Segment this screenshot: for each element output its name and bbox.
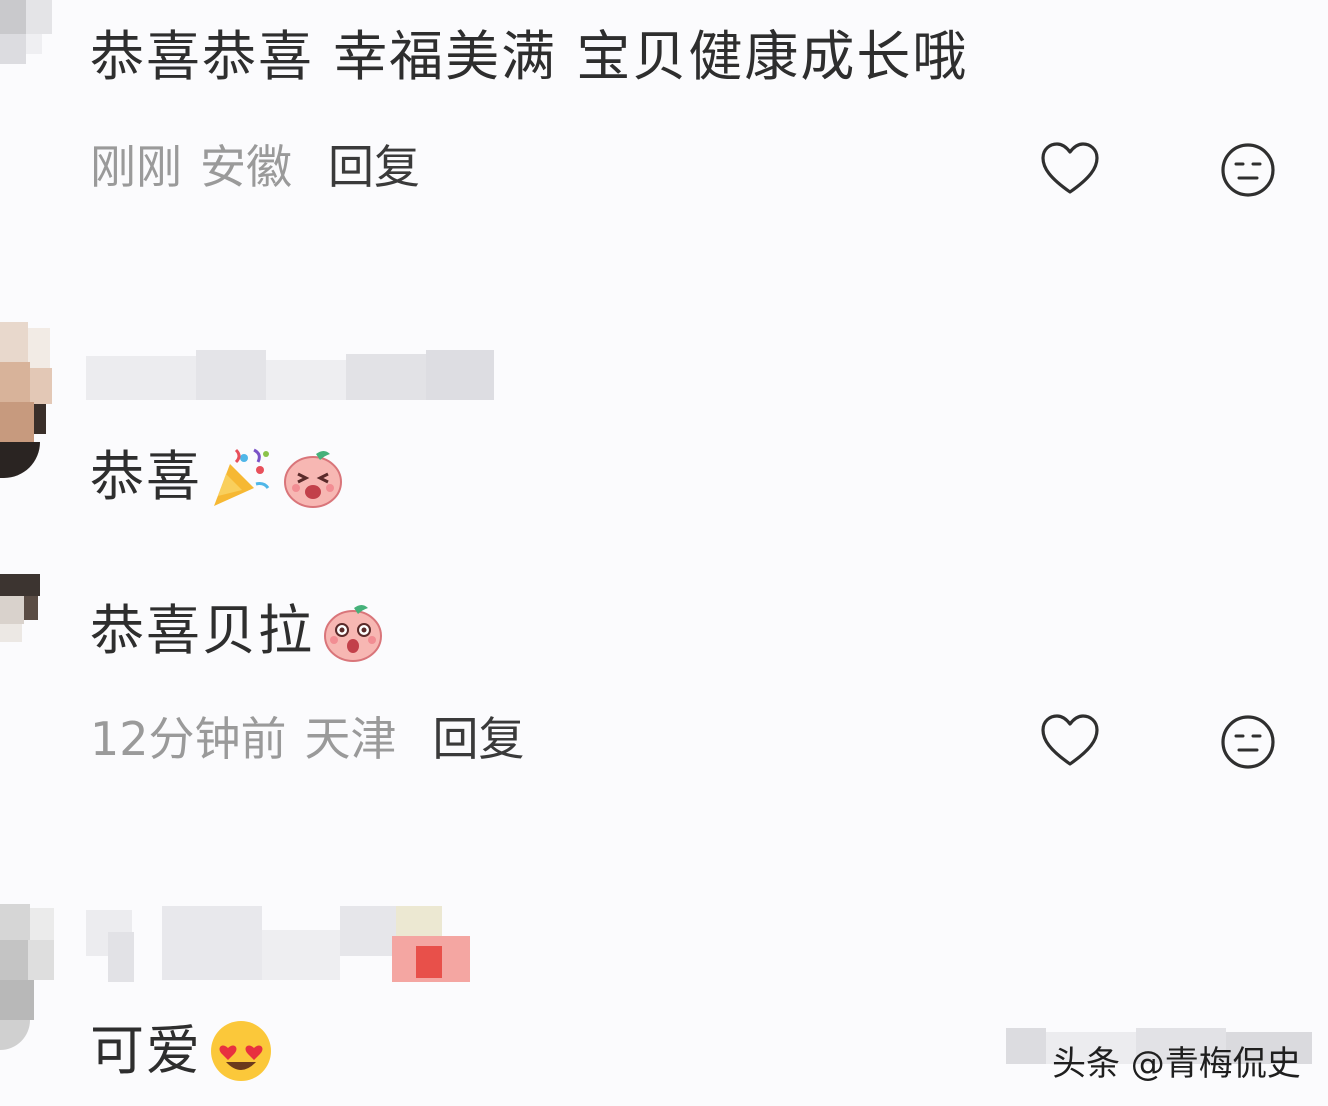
avatar-4[interactable] xyxy=(0,904,60,1054)
comment-1-location: 安徽 xyxy=(200,140,292,194)
comment-4-line: 可爱 xyxy=(90,1018,274,1084)
party-popper-emoji xyxy=(214,448,270,506)
comment-1-time: 刚刚 xyxy=(90,140,182,194)
comment-1-text: 恭喜恭喜 幸福美满 宝贝健康成长哦 xyxy=(90,25,969,88)
comment-3-meta: 12分钟前 天津 回复 xyxy=(90,716,525,762)
heart-outline-icon xyxy=(1041,714,1099,766)
neutral-face-icon xyxy=(1221,143,1275,197)
heart-eyes-emoji xyxy=(211,1021,271,1081)
avatar-2[interactable] xyxy=(0,322,60,482)
avatar-3[interactable] xyxy=(0,574,46,644)
comment-1-meta: 刚刚 安徽 回复 xyxy=(90,144,420,190)
comment-3-reaction-button[interactable] xyxy=(1218,712,1278,772)
heart-outline-icon xyxy=(1041,142,1099,194)
comment-1-like-button[interactable] xyxy=(1040,140,1100,200)
commenter-4-name-blurred xyxy=(86,906,470,984)
comment-3-line: 恭喜贝拉 xyxy=(90,598,386,664)
comment-3-like-button[interactable] xyxy=(1040,712,1100,772)
comment-2-line: 恭喜 xyxy=(90,444,346,510)
surprised-peach-emoji xyxy=(324,605,382,662)
neutral-face-icon xyxy=(1221,715,1275,769)
comment-1-reply-button[interactable]: 回复 xyxy=(328,140,420,194)
avatar-1[interactable] xyxy=(0,0,52,68)
laughing-peach-emoji xyxy=(284,451,342,508)
comment-4-text: 可爱 xyxy=(90,1019,202,1082)
watermark-text: 头条 @青梅侃史 xyxy=(1052,1044,1301,1084)
comment-3-location: 天津 xyxy=(304,712,397,766)
commenter-2-name-blurred xyxy=(86,350,494,402)
comment-3-text: 恭喜贝拉 xyxy=(90,599,314,662)
comment-2-text: 恭喜 xyxy=(90,445,202,508)
comment-3-time: 12分钟前 xyxy=(90,712,287,766)
comment-1-reaction-button[interactable] xyxy=(1218,140,1278,200)
comment-3-reply-button[interactable]: 回复 xyxy=(433,712,525,766)
